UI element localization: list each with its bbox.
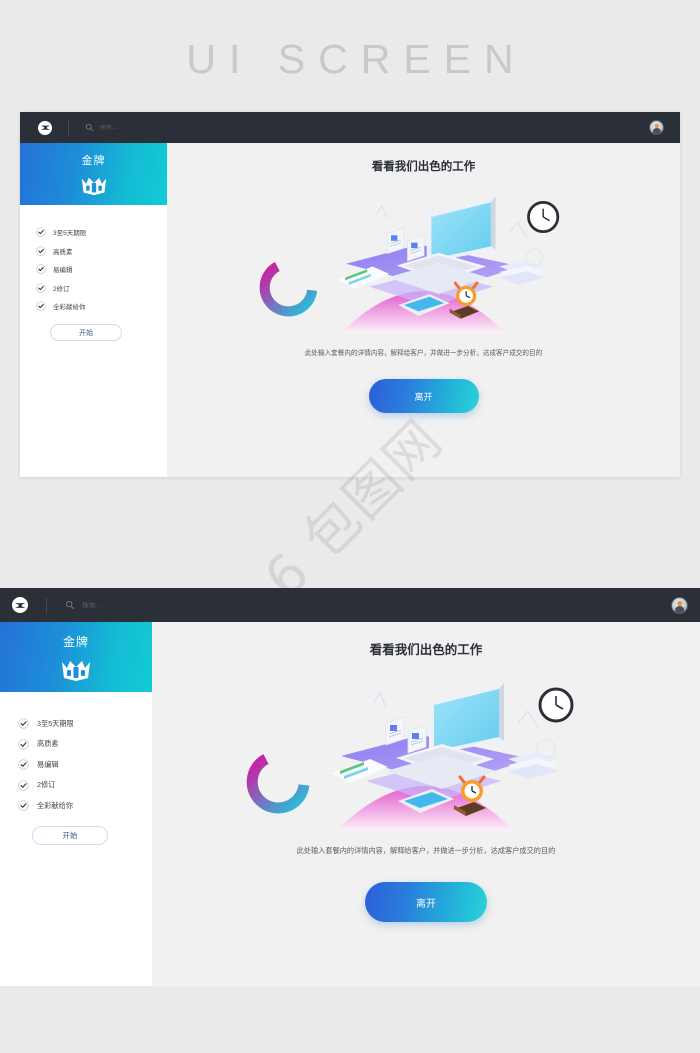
cta-button[interactable]: 离开 [368,379,479,413]
check-circle-icon [18,759,29,770]
check-circle-icon [36,245,46,256]
feature-label: 高质素 [53,248,73,256]
search-box[interactable] [85,123,190,132]
screen-body-bottom: 金牌 3至5天期限 高质素 易编辑 2修订 全彩献给你 开始 看看我们出色的工作… [0,622,700,986]
start-button[interactable]: 开始 [50,324,122,341]
navbar-divider [46,597,47,613]
feature-label: 高质素 [37,739,59,748]
list-item: 3至5天期限 [36,227,167,237]
search-icon [85,123,94,132]
check-circle-icon [36,301,46,311]
search-icon [65,600,75,610]
screen-body-top: 金牌 3至5天期限 高质素 易编辑 2修订 全彩献给你 开始 看看我们出色的工作… [20,143,680,477]
brand-logo-icon[interactable] [12,597,28,613]
search-box[interactable] [65,600,192,610]
plan-sidebar: 金牌 3至5天期限 高质素 易编辑 2修订 全彩献给你 开始 [0,622,152,986]
main-description: 此处输入套餐内的详情内容，解释给客户，并做进一步分析，达成客户成交的目的 [304,350,543,357]
check-circle-icon [18,800,29,811]
user-avatar[interactable] [671,596,688,614]
list-item: 全彩献给你 [36,301,167,311]
check-circle-icon [36,282,46,293]
main-panel: 看看我们出色的工作 此处输入套餐内的详情内容，解释给客户，并做进一步分析，达成客… [167,143,680,477]
plan-header: 金牌 [0,622,152,692]
check-circle-icon [18,738,29,750]
list-item: 2修订 [18,779,152,791]
list-item: 易编辑 [18,759,152,770]
brand-logo-icon[interactable] [38,120,52,135]
check-circle-icon [36,227,46,237]
isometric-workspace-illustration [246,663,606,831]
navbar-divider [68,120,69,135]
start-button[interactable]: 开始 [32,826,108,845]
list-item: 易编辑 [36,264,167,274]
plan-header: 金牌 [20,143,167,205]
feature-label: 2修订 [53,285,70,293]
bottom-navbar [0,588,700,622]
feature-label: 2修订 [37,780,56,789]
check-circle-icon [18,779,29,791]
feature-label: 3至5天期限 [53,230,87,237]
top-navbar [20,112,680,143]
plan-title: 金牌 [62,634,89,649]
page-title: UI SCREEN [186,36,527,82]
feature-label: 全彩献给你 [53,304,86,311]
feature-list: 3至5天期限 高质素 易编辑 2修订 全彩献给你 [18,718,152,811]
main-description: 此处输入套餐内的详情内容，解释给客户，并做进一步分析，达成客户成交的目的 [296,846,556,855]
user-avatar[interactable] [649,120,664,135]
crown-badge-icon [81,177,106,196]
list-item: 3至5天期限 [18,718,152,729]
plan-title: 金牌 [81,155,106,167]
search-input[interactable] [100,124,190,131]
list-item: 2修订 [36,282,167,293]
main-panel: 看看我们出色的工作 此处输入套餐内的详情内容，解释给客户，并做进一步分析，达成客… [152,622,700,986]
feature-list: 3至5天期限 高质素 易编辑 2修订 全彩献给你 [36,227,167,311]
plan-sidebar: 金牌 3至5天期限 高质素 易编辑 2修订 全彩献给你 开始 [20,143,167,477]
crown-badge-icon [62,660,90,681]
search-input[interactable] [82,601,192,609]
feature-label: 易编辑 [53,267,73,274]
feature-label: 易编辑 [37,759,59,769]
ui-screen-preview-top: 金牌 3至5天期限 [20,112,680,477]
check-circle-icon [18,718,29,729]
ui-screen-preview-bottom: 金牌 3至5天期限 [0,588,700,986]
list-item: 高质素 [36,245,167,256]
list-item: 高质素 [18,738,152,750]
main-heading: 看看我们出色的工作 [369,643,483,657]
main-heading: 看看我们出色的工作 [371,161,476,173]
feature-label: 全彩献给你 [37,800,73,810]
isometric-workspace-illustration [259,178,589,333]
list-item: 全彩献给你 [18,800,152,811]
check-circle-icon [36,264,46,274]
feature-label: 3至5天期限 [37,718,74,728]
cta-button[interactable]: 离开 [365,882,487,922]
